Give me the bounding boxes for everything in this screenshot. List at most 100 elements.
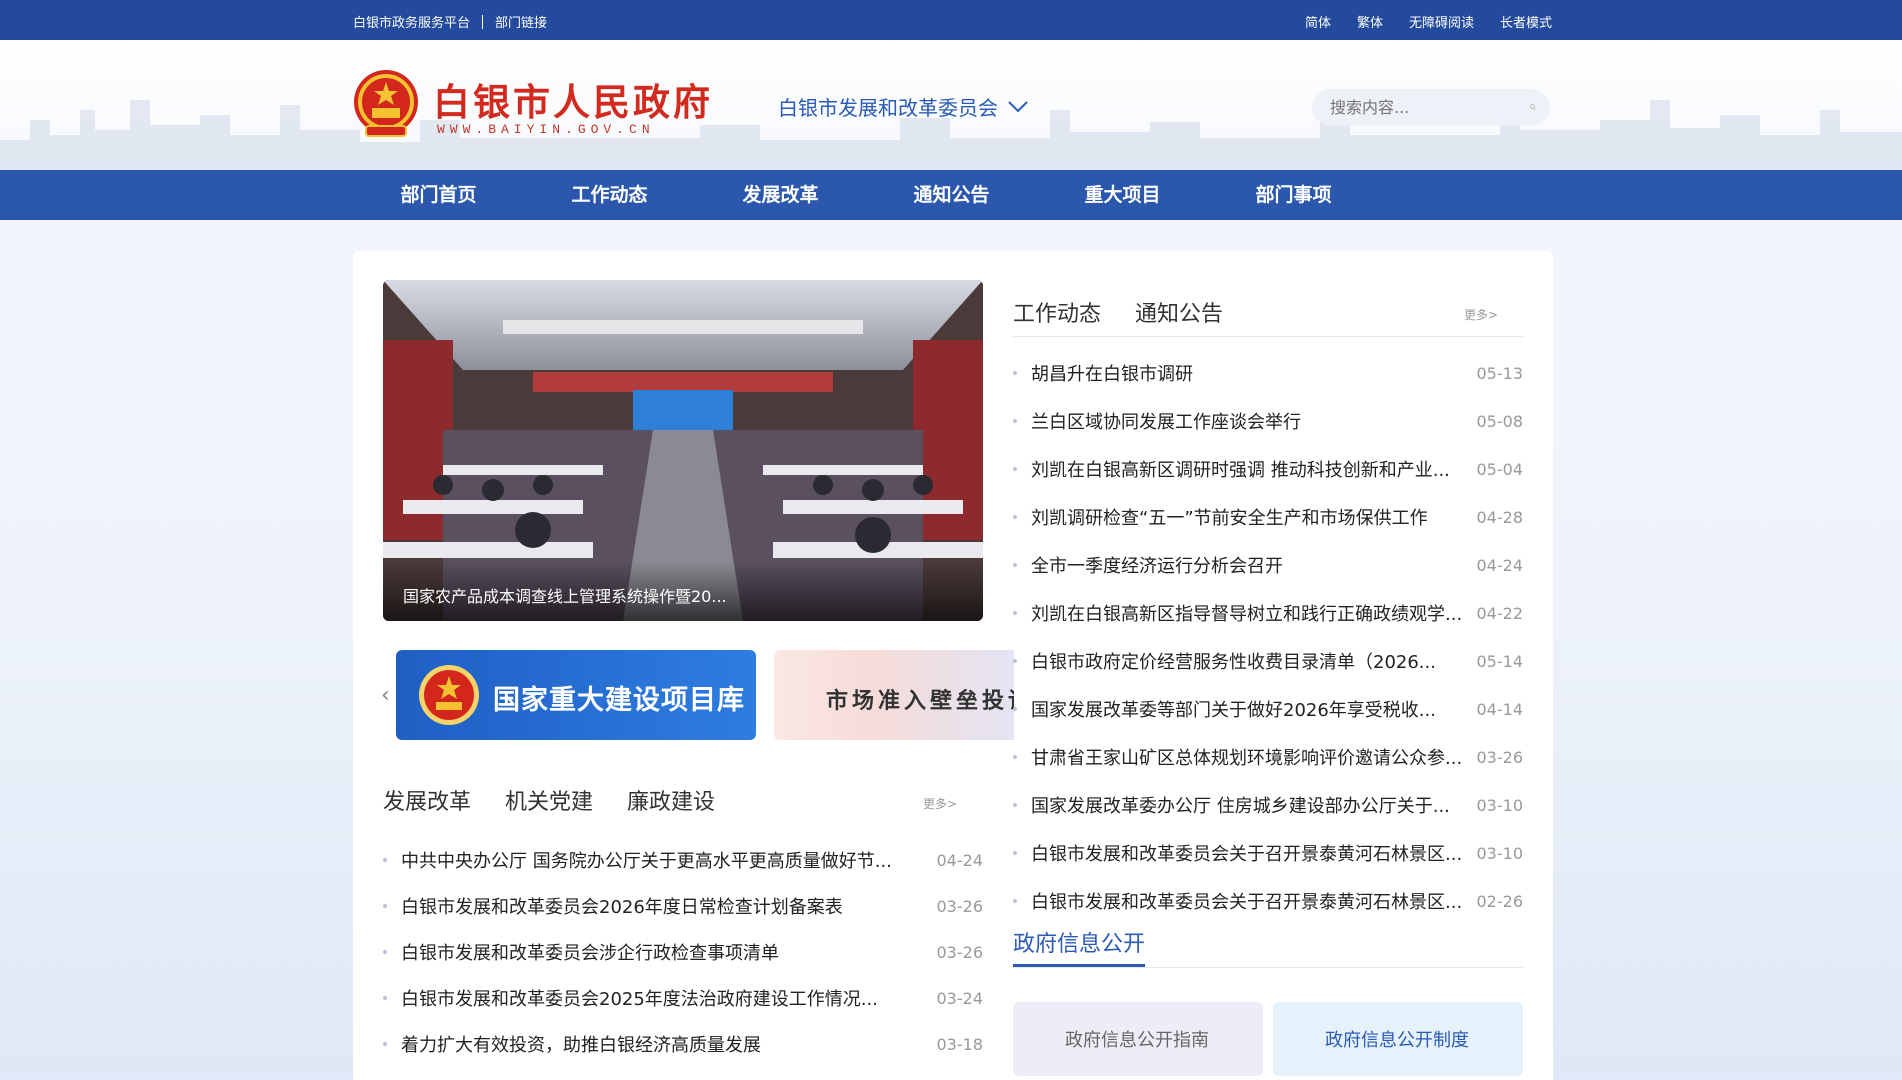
tab-work-updates[interactable]: 工作动态: [1013, 296, 1101, 328]
news-carousel-image[interactable]: 国家农产品成本调查线上管理系统操作暨20...: [383, 280, 983, 621]
right-news-tabs: 工作动态 通知公告: [1013, 296, 1257, 328]
section-divider: [1013, 336, 1523, 337]
list-item[interactable]: 刘凯调研检查“五一”节前安全生产和市场保供工作 04-28: [1013, 493, 1523, 541]
active-tab-underline: [1013, 964, 1145, 967]
nav-dept-affairs[interactable]: 部门事项: [1208, 170, 1379, 220]
top-right-links: 简体 繁体 无障碍阅读 长者模式: [1305, 12, 1552, 31]
news-title[interactable]: 白银市发展和改革委员会关于召开景泰黄河石林景区...: [1031, 888, 1463, 914]
gov-info-title[interactable]: 政府信息公开: [1013, 926, 1145, 958]
list-item[interactable]: 刘凯在白银高新区指导督导树立和践行正确政绩观学... 04-22: [1013, 589, 1523, 637]
major-projects-database-banner[interactable]: 国家重大建设项目库: [396, 650, 756, 740]
list-item[interactable]: 白银市发展和改革委员会2026年度日常检查计划备案表 03-26: [383, 883, 983, 929]
right-news-list: 胡昌升在白银市调研 05-13 兰白区域协同发展工作座谈会举行 05-08 刘凯在白…: [1013, 349, 1523, 925]
search-box: [1312, 89, 1550, 125]
list-item[interactable]: 全市一季度经济运行分析会召开 04-24: [1013, 541, 1523, 589]
bullet: [1013, 611, 1017, 615]
list-item[interactable]: 国家发展改革委等部门关于做好2026年享受税收... 04-14: [1013, 685, 1523, 733]
list-item[interactable]: 白银市政府定价经营服务性收费目录清单（2026... 05-14: [1013, 637, 1523, 685]
news-date: 03-10: [1476, 795, 1524, 815]
list-item[interactable]: 国家发展改革委办公厅 住房城乡建设部办公厅关于... 03-10: [1013, 781, 1523, 829]
tab-notices[interactable]: 通知公告: [1135, 296, 1223, 328]
news-title[interactable]: 白银市政府定价经营服务性收费目录清单（2026...: [1031, 648, 1463, 674]
carousel-caption[interactable]: 国家农产品成本调查线上管理系统操作暨20...: [383, 561, 983, 621]
news-date: 03-10: [1476, 843, 1524, 863]
list-item[interactable]: 白银市发展和改革委员会关于召开景泰黄河石林景区... 02-26: [1013, 877, 1523, 925]
bullet: [1013, 851, 1017, 855]
news-title[interactable]: 白银市发展和改革委员会2026年度日常检查计划备案表: [401, 893, 923, 919]
market-access-complaint-banner[interactable]: 市场准入壁垒投诉: [774, 650, 1014, 740]
news-title[interactable]: 着力扩大有效投资，助推白银经济高质量发展: [401, 1031, 923, 1057]
bullet: [1013, 563, 1017, 567]
list-item[interactable]: 着力扩大有效投资，助推白银经济高质量发展 03-18: [383, 1021, 983, 1067]
left-more-link[interactable]: 更多>: [923, 795, 957, 812]
simplified-chinese-link[interactable]: 简体: [1305, 12, 1331, 31]
news-title[interactable]: 刘凯在白银高新区指导督导树立和践行正确政绩观学...: [1031, 600, 1463, 626]
list-item[interactable]: 胡昌升在白银市调研 05-13: [1013, 349, 1523, 397]
list-item[interactable]: 白银市发展和改革委员会关于召开景泰黄河石林景区... 03-10: [1013, 829, 1523, 877]
news-date: 03-26: [936, 942, 984, 962]
list-item[interactable]: 甘肃省王家山矿区总体规划环境影响评价邀请公众参... 03-26: [1013, 733, 1523, 781]
list-item[interactable]: 白银市发展和改革委员会2025年度法治政府建设工作情况... 03-24: [383, 975, 983, 1021]
news-date: 03-18: [936, 1034, 984, 1054]
news-date: 04-24: [936, 850, 984, 870]
gov-info-system-card[interactable]: 政府信息公开制度: [1273, 1002, 1523, 1076]
site-title[interactable]: 白银市人民政府: [433, 72, 713, 126]
tab-integrity-building[interactable]: 廉政建设: [627, 784, 715, 816]
news-date: 04-24: [1476, 555, 1524, 575]
news-date: 05-08: [1476, 411, 1524, 431]
department-dropdown[interactable]: 白银市发展和改革委员会: [778, 92, 1028, 121]
news-title[interactable]: 甘肃省王家山矿区总体规划环境影响评价邀请公众参...: [1031, 744, 1463, 770]
national-emblem-icon: [354, 70, 418, 137]
news-title[interactable]: 兰白区域协同发展工作座谈会举行: [1031, 408, 1463, 434]
gov-info-guide-card[interactable]: 政府信息公开指南: [1013, 1002, 1263, 1076]
tab-party-building[interactable]: 机关党建: [505, 784, 593, 816]
nav-major-projects[interactable]: 重大项目: [1037, 170, 1208, 220]
news-date: 05-04: [1476, 459, 1524, 479]
search-input[interactable]: [1330, 97, 1530, 117]
news-title[interactable]: 中共中央办公厅 国务院办公厅关于更高水平更高质量做好节...: [401, 847, 923, 873]
news-title[interactable]: 全市一季度经济运行分析会召开: [1031, 552, 1463, 578]
gov-service-platform-link[interactable]: 白银市政务服务平台: [353, 12, 470, 31]
left-news-tabs: 发展改革 机关党建 廉政建设: [383, 784, 749, 816]
news-date: 02-26: [1476, 891, 1524, 911]
nav-dept-home[interactable]: 部门首页: [353, 170, 524, 220]
bullet: [1013, 659, 1017, 663]
news-title[interactable]: 国家发展改革委办公厅 住房城乡建设部办公厅关于...: [1031, 792, 1463, 818]
news-title[interactable]: 白银市发展和改革委员会涉企行政检查事项清单: [401, 939, 923, 965]
traditional-chinese-link[interactable]: 繁体: [1357, 12, 1383, 31]
news-title[interactable]: 刘凯调研检查“五一”节前安全生产和市场保供工作: [1031, 504, 1463, 530]
bullet: [1013, 467, 1017, 471]
top-utility-bar: 白银市政务服务平台 部门链接 简体 繁体 无障碍阅读 长者模式: [0, 0, 1902, 40]
news-date: 04-14: [1476, 699, 1524, 719]
list-item[interactable]: 刘凯在白银高新区调研时强调 推动科技创新和产业... 05-04: [1013, 445, 1523, 493]
department-links-link[interactable]: 部门链接: [495, 12, 547, 31]
news-date: 03-24: [936, 988, 984, 1008]
news-date: 04-28: [1476, 507, 1524, 527]
news-date: 04-22: [1476, 603, 1524, 623]
main-navigation: 部门首页 工作动态 发展改革 通知公告 重大项目 部门事项: [0, 170, 1902, 220]
nav-notices[interactable]: 通知公告: [866, 170, 1037, 220]
news-title[interactable]: 白银市发展和改革委员会关于召开景泰黄河石林景区...: [1031, 840, 1463, 866]
elder-mode-link[interactable]: 长者模式: [1500, 12, 1552, 31]
news-title[interactable]: 国家发展改革委等部门关于做好2026年享受税收...: [1031, 696, 1463, 722]
bullet: [1013, 803, 1017, 807]
news-title[interactable]: 白银市发展和改革委员会2025年度法治政府建设工作情况...: [401, 985, 923, 1011]
search-icon[interactable]: [1530, 99, 1536, 115]
site-header: 白银市人民政府 WWW.BAIYIN.GOV.CN 白银市发展和改革委员会: [0, 40, 1902, 170]
list-item[interactable]: 中共中央办公厅 国务院办公厅关于更高水平更高质量做好节... 04-24: [383, 837, 983, 883]
nav-work-updates[interactable]: 工作动态: [524, 170, 695, 220]
chevron-left-icon[interactable]: ‹: [381, 683, 390, 708]
news-title[interactable]: 刘凯在白银高新区调研时强调 推动科技创新和产业...: [1031, 456, 1463, 482]
right-more-link[interactable]: 更多>: [1464, 306, 1498, 323]
bullet: [383, 858, 387, 862]
bullet: [383, 996, 387, 1000]
accessibility-link[interactable]: 无障碍阅读: [1409, 12, 1474, 31]
bullet: [1013, 899, 1017, 903]
list-item[interactable]: 兰白区域协同发展工作座谈会举行 05-08: [1013, 397, 1523, 445]
list-item[interactable]: 白银市发展和改革委员会涉企行政检查事项清单 03-26: [383, 929, 983, 975]
tab-development-reform[interactable]: 发展改革: [383, 784, 471, 816]
bullet: [1013, 371, 1017, 375]
news-title[interactable]: 胡昌升在白银市调研: [1031, 360, 1463, 386]
nav-development-reform[interactable]: 发展改革: [695, 170, 866, 220]
top-left-links: 白银市政务服务平台 部门链接: [353, 12, 547, 31]
